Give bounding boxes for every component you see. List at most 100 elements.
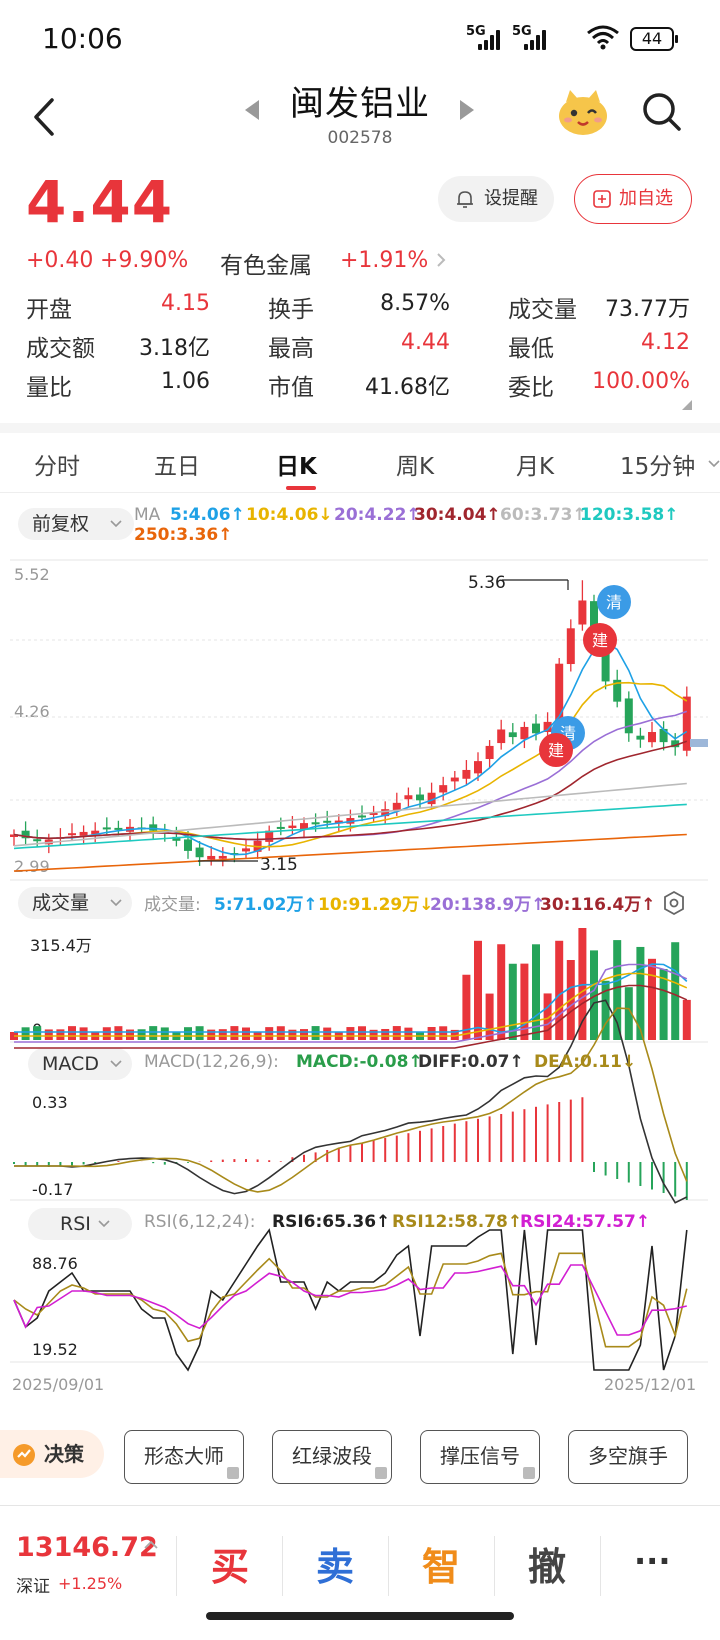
smart-button[interactable]: 智: [422, 1536, 460, 1591]
volume-bar: [160, 1027, 169, 1040]
volume-bar: [230, 1026, 239, 1040]
volume-bar: [68, 1026, 76, 1040]
volume-bar: [648, 958, 656, 1040]
decision-label: 决策: [44, 1442, 84, 1466]
candle-body: [404, 795, 413, 800]
volume-bar: [427, 1027, 436, 1040]
volume-bar: [497, 944, 506, 1040]
volume-bar: [300, 1029, 308, 1040]
macd-legend-item: DEA:0.11↓: [534, 1052, 637, 1072]
volume-bar: [126, 1029, 134, 1040]
candle-body: [311, 822, 320, 825]
sell-button[interactable]: 卖: [316, 1536, 354, 1591]
candle-body: [508, 732, 517, 738]
tool-bull-bear-flag[interactable]: 多空旗手: [568, 1430, 688, 1484]
rsi12-line: [13, 1252, 688, 1348]
candle-body: [33, 839, 42, 842]
quote-label: 成交额: [26, 336, 95, 362]
volume-bar: [184, 1027, 192, 1040]
candle-body: [276, 826, 285, 829]
decision-icon: [13, 1444, 35, 1466]
quote-value: 4.15: [161, 291, 210, 316]
analysis-tools: 决策 形态大师 红绿波段 撑压信号 多空旗手: [0, 1420, 720, 1500]
candle-body: [648, 732, 656, 743]
candle-body: [439, 785, 448, 793]
quote-label: 成交量: [508, 297, 577, 323]
volume-bar: [404, 1027, 413, 1040]
ma-legend-item: 30:4.04↑: [414, 505, 501, 525]
volume-bar: [218, 1029, 227, 1040]
more-button[interactable]: ···: [634, 1542, 670, 1580]
quote-label: 最低: [508, 336, 554, 362]
tool-pattern-master[interactable]: 形态大师: [124, 1430, 244, 1484]
ma250-line: [13, 833, 687, 872]
candle-body: [566, 628, 575, 665]
quote-label: 最高: [268, 336, 314, 362]
home-indicator: [206, 1612, 514, 1620]
candle-body: [520, 726, 529, 740]
volume-bar: [195, 1026, 204, 1040]
lock-icon: [227, 1467, 239, 1479]
volume-bar: [114, 1026, 123, 1040]
quote-label: 量比: [26, 375, 72, 401]
volume-bar: [358, 1026, 366, 1040]
decision-button[interactable]: 决策: [0, 1430, 104, 1478]
candle-body: [195, 847, 204, 858]
volume-legend-item: 5:71.02万↑: [214, 895, 318, 915]
volume-bar: [79, 1027, 88, 1040]
index-name: 深证: [16, 1577, 50, 1597]
tool-support-resistance[interactable]: 撑压信号: [420, 1430, 540, 1484]
signal-badge-label: 清: [606, 593, 622, 612]
candle-body: [485, 745, 494, 760]
quote-value: 100.00%: [592, 369, 690, 394]
volume-bar: [44, 1029, 53, 1040]
volume-bar: [311, 1026, 320, 1040]
quote-value: 4.44: [401, 330, 450, 355]
candle-body: [149, 824, 158, 831]
quote-value: 3.18亿: [139, 336, 210, 361]
ma-legend-item: 5:4.06↑: [170, 505, 245, 525]
chevron-up-icon[interactable]: [144, 1540, 158, 1550]
volume-legend-item: 10:91.29万↓: [318, 895, 434, 915]
rsi-params: RSI(6,12,24):: [144, 1212, 256, 1232]
lock-icon: [375, 1467, 387, 1479]
volume-bar: [56, 1029, 65, 1040]
candle-body: [184, 839, 192, 851]
quote-value: 4.12: [641, 330, 690, 355]
candle-body: [578, 600, 587, 625]
rsi-legend-item: RSI12:58.78↑: [392, 1212, 523, 1232]
tool-red-green-wave[interactable]: 红绿波段: [272, 1430, 392, 1484]
cancel-order-button[interactable]: 撤: [528, 1536, 566, 1591]
volume-bar: [137, 1029, 146, 1040]
macd-params: MACD(12,26,9):: [144, 1052, 279, 1072]
volume-bar: [485, 993, 494, 1040]
volume-bar: [276, 1026, 285, 1040]
candle-body: [532, 723, 540, 734]
ma-legend-item: 20:4.22↑: [334, 505, 421, 525]
rsi-legend-item: RSI6:65.36↑: [272, 1212, 391, 1232]
macd-legend-item: DIFF:0.07↑: [418, 1052, 524, 1072]
ma-legend-item: 120:3.58↑: [580, 505, 679, 525]
volume-bar: [149, 1026, 158, 1040]
quote-label: 开盘: [26, 297, 72, 323]
quote-value: 73.77万: [605, 297, 690, 322]
signal-badge-label: 建: [592, 631, 608, 650]
buy-button[interactable]: 买: [211, 1536, 249, 1591]
lock-icon: [523, 1467, 535, 1479]
candle-body: [288, 825, 297, 828]
kline-chart-area[interactable]: 清建清建: [0, 0, 720, 1410]
volume-bar: [21, 1027, 30, 1040]
volume-legend-title: 成交量:: [144, 895, 201, 915]
volume-bar: [474, 940, 482, 1040]
volume-bar: [555, 940, 564, 1040]
volume-bar: [33, 1026, 42, 1040]
ma-legend-item: 250:3.36↑: [134, 525, 233, 545]
candle-body: [474, 761, 482, 774]
quote-value: 8.57%: [380, 291, 450, 316]
volume-bar: [392, 1026, 401, 1040]
index-value[interactable]: 13146.72: [16, 1532, 158, 1563]
rsi-legend-item: RSI24:57.57↑: [520, 1212, 651, 1232]
volume-bar: [242, 1027, 250, 1040]
volume-bar: [439, 1026, 448, 1040]
quote-value: 1.06: [161, 369, 210, 394]
